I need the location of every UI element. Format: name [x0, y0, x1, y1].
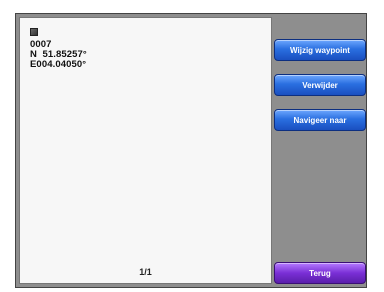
- waypoint-flag-icon: [30, 28, 38, 36]
- waypoint-details-panel: 0007 N 51.85257° E004.04050° 1/1: [19, 17, 272, 284]
- back-button[interactable]: Terug: [274, 262, 366, 284]
- edit-waypoint-button[interactable]: Wijzig waypoint: [274, 39, 366, 61]
- page-indicator: 1/1: [139, 267, 152, 277]
- navigate-to-button[interactable]: Navigeer naar: [274, 109, 366, 131]
- waypoint-info: 0007 N 51.85257° E004.04050°: [30, 40, 87, 70]
- device-screen: 0007 N 51.85257° E004.04050° 1/1 Wijzig wa…: [15, 13, 367, 288]
- delete-button[interactable]: Verwijder: [274, 74, 366, 96]
- waypoint-longitude: E004.04050°: [30, 59, 87, 70]
- action-panel: Wijzig waypoint Verwijder Navigeer naar …: [274, 17, 366, 284]
